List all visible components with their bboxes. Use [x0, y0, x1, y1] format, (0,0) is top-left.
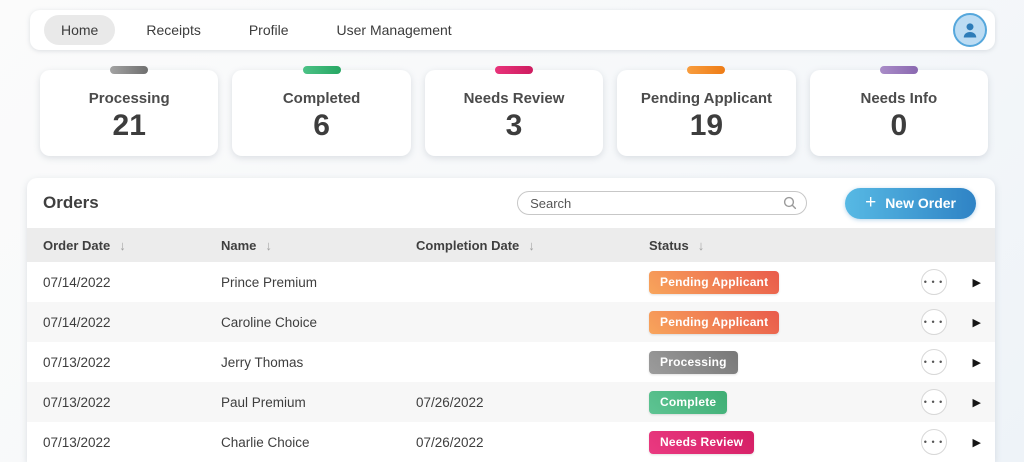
user-icon: [960, 20, 980, 40]
new-order-label: New Order: [885, 195, 956, 211]
status-badge: Complete: [649, 391, 727, 414]
stat-value: 6: [313, 109, 330, 143]
stat-card[interactable]: Needs Review 3: [425, 70, 603, 156]
nav-tab-profile[interactable]: Profile: [232, 15, 306, 45]
column-header[interactable]: Completion Date ↓: [416, 238, 649, 253]
sort-down-icon[interactable]: ↓: [528, 238, 535, 253]
ellipsis-icon: • • •: [924, 318, 943, 327]
user-avatar[interactable]: [953, 13, 987, 47]
row-expand-arrow-icon[interactable]: ▶: [973, 316, 981, 329]
stat-card[interactable]: Pending Applicant 19: [617, 70, 795, 156]
sort-down-icon[interactable]: ↓: [698, 238, 705, 253]
status-badge: Needs Review: [649, 431, 754, 454]
cell-status: Processing: [649, 351, 891, 374]
column-label: Completion Date: [416, 238, 519, 253]
stat-value: 19: [690, 109, 723, 143]
table-row[interactable]: 07/13/2022 Charlie Choice 07/26/2022 Nee…: [27, 422, 995, 462]
row-expand-arrow-icon[interactable]: ▶: [973, 276, 981, 289]
sort-down-icon[interactable]: ↓: [265, 238, 272, 253]
cell-actions: • • • ▶: [891, 429, 983, 455]
cell-actions: • • • ▶: [891, 269, 983, 295]
orders-table-header: Order Date ↓ Name ↓ Completion Date ↓ St…: [27, 228, 995, 262]
nav-tab-home[interactable]: Home: [44, 15, 115, 45]
stat-color-bar: [495, 66, 533, 74]
cell-name: Charlie Choice: [221, 435, 416, 450]
cell-completion-date: 07/26/2022: [416, 435, 649, 450]
column-header[interactable]: Status ↓: [649, 238, 891, 253]
cell-status: Pending Applicant: [649, 271, 891, 294]
stat-value: 0: [890, 109, 907, 143]
row-expand-arrow-icon[interactable]: ▶: [973, 356, 981, 369]
column-label: Status: [649, 238, 689, 253]
status-badge: Pending Applicant: [649, 311, 779, 334]
search-wrap: [517, 191, 807, 215]
cell-status: Complete: [649, 391, 891, 414]
stat-label: Pending Applicant: [641, 90, 772, 107]
cell-order-date: 07/13/2022: [43, 435, 221, 450]
stat-card[interactable]: Processing 21: [40, 70, 218, 156]
stat-value: 3: [506, 109, 523, 143]
cell-actions: • • • ▶: [891, 389, 983, 415]
sort-down-icon[interactable]: ↓: [119, 238, 126, 253]
ellipsis-icon: • • •: [924, 438, 943, 447]
cell-order-date: 07/14/2022: [43, 275, 221, 290]
cell-name: Paul Premium: [221, 395, 416, 410]
cell-name: Jerry Thomas: [221, 355, 416, 370]
table-row[interactable]: 07/13/2022 Paul Premium 07/26/2022 Compl…: [27, 382, 995, 422]
new-order-button[interactable]: + New Order: [845, 188, 976, 219]
status-badge: Processing: [649, 351, 738, 374]
column-header[interactable]: Name ↓: [221, 238, 416, 253]
stat-label: Needs Review: [464, 90, 565, 107]
ellipsis-icon: • • •: [924, 278, 943, 287]
nav-tab-user-management[interactable]: User Management: [320, 15, 469, 45]
stat-color-bar: [687, 66, 725, 74]
cell-order-date: 07/14/2022: [43, 315, 221, 330]
row-menu-button[interactable]: • • •: [921, 269, 947, 295]
top-navbar: Home Receipts Profile User Management: [30, 10, 995, 50]
table-row[interactable]: 07/14/2022 Caroline Choice Pending Appli…: [27, 302, 995, 342]
row-menu-button[interactable]: • • •: [921, 349, 947, 375]
row-expand-arrow-icon[interactable]: ▶: [973, 396, 981, 409]
stat-card[interactable]: Completed 6: [232, 70, 410, 156]
cell-order-date: 07/13/2022: [43, 355, 221, 370]
ellipsis-icon: • • •: [924, 358, 943, 367]
column-label: Order Date: [43, 238, 110, 253]
ellipsis-icon: • • •: [924, 398, 943, 407]
stat-color-bar: [110, 66, 148, 74]
cell-name: Prince Premium: [221, 275, 416, 290]
stat-value: 21: [113, 109, 146, 143]
row-menu-button[interactable]: • • •: [921, 429, 947, 455]
orders-panel: Orders + New Order Order Date ↓ Name ↓ C…: [27, 178, 995, 462]
cell-name: Caroline Choice: [221, 315, 416, 330]
cell-actions: • • • ▶: [891, 349, 983, 375]
search-icon: [782, 195, 798, 211]
status-badge: Pending Applicant: [649, 271, 779, 294]
table-row[interactable]: 07/13/2022 Jerry Thomas Processing • • •…: [27, 342, 995, 382]
cell-actions: • • • ▶: [891, 309, 983, 335]
stat-color-bar: [303, 66, 341, 74]
table-row[interactable]: 07/14/2022 Prince Premium Pending Applic…: [27, 262, 995, 302]
cell-completion-date: 07/26/2022: [416, 395, 649, 410]
column-header[interactable]: Order Date ↓: [43, 238, 221, 253]
orders-header: Orders + New Order: [27, 178, 995, 228]
column-label: Name: [221, 238, 256, 253]
cell-status: Pending Applicant: [649, 311, 891, 334]
stat-card[interactable]: Needs Info 0: [810, 70, 988, 156]
status-summary-cards: Processing 21 Completed 6 Needs Review 3…: [40, 70, 988, 156]
orders-title: Orders: [43, 193, 99, 213]
row-expand-arrow-icon[interactable]: ▶: [973, 436, 981, 449]
search-input[interactable]: [517, 191, 807, 215]
cell-status: Needs Review: [649, 431, 891, 454]
row-menu-button[interactable]: • • •: [921, 309, 947, 335]
plus-icon: +: [865, 193, 876, 212]
orders-table-body: 07/14/2022 Prince Premium Pending Applic…: [27, 262, 995, 462]
stat-label: Processing: [89, 90, 170, 107]
stat-label: Completed: [283, 90, 361, 107]
nav-tab-receipts[interactable]: Receipts: [129, 15, 217, 45]
stat-color-bar: [880, 66, 918, 74]
cell-order-date: 07/13/2022: [43, 395, 221, 410]
stat-label: Needs Info: [860, 90, 937, 107]
row-menu-button[interactable]: • • •: [921, 389, 947, 415]
